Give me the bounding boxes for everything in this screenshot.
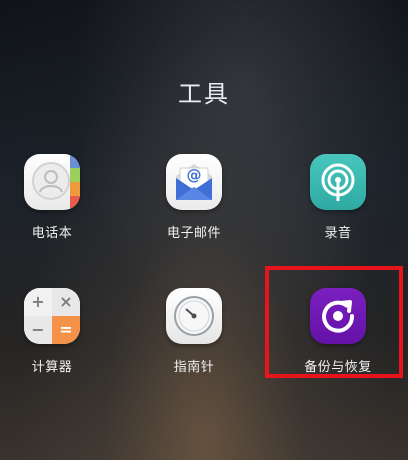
app-compass[interactable]: 指南针 xyxy=(134,288,254,375)
app-label: 录音 xyxy=(324,226,352,241)
contacts-icon xyxy=(24,154,80,210)
recorder-icon xyxy=(310,154,366,210)
folder-title: 工具 xyxy=(178,80,230,108)
app-email[interactable]: @ 电子邮件 xyxy=(134,154,254,241)
app-label: 电子邮件 xyxy=(166,226,221,241)
calculator-icon: + × − = xyxy=(24,288,80,344)
contacts-tabs xyxy=(70,154,80,210)
calc-plus: + xyxy=(24,288,52,316)
calc-minus: − xyxy=(24,316,52,344)
app-contacts[interactable]: 电话本 xyxy=(0,154,112,241)
app-recorder[interactable]: 录音 xyxy=(278,154,398,241)
app-label: 计算器 xyxy=(31,360,73,375)
app-label: 电话本 xyxy=(31,226,73,241)
app-label: 指南针 xyxy=(173,360,215,375)
email-at-symbol: @ xyxy=(186,166,202,184)
app-calculator[interactable]: + × − = 计算器 xyxy=(0,288,112,375)
calc-times: × xyxy=(52,288,80,316)
contacts-person-shape xyxy=(32,162,70,200)
compass-icon xyxy=(166,288,222,344)
email-icon: @ xyxy=(166,154,222,210)
calc-equals: = xyxy=(52,316,80,344)
highlight-box xyxy=(265,266,403,378)
